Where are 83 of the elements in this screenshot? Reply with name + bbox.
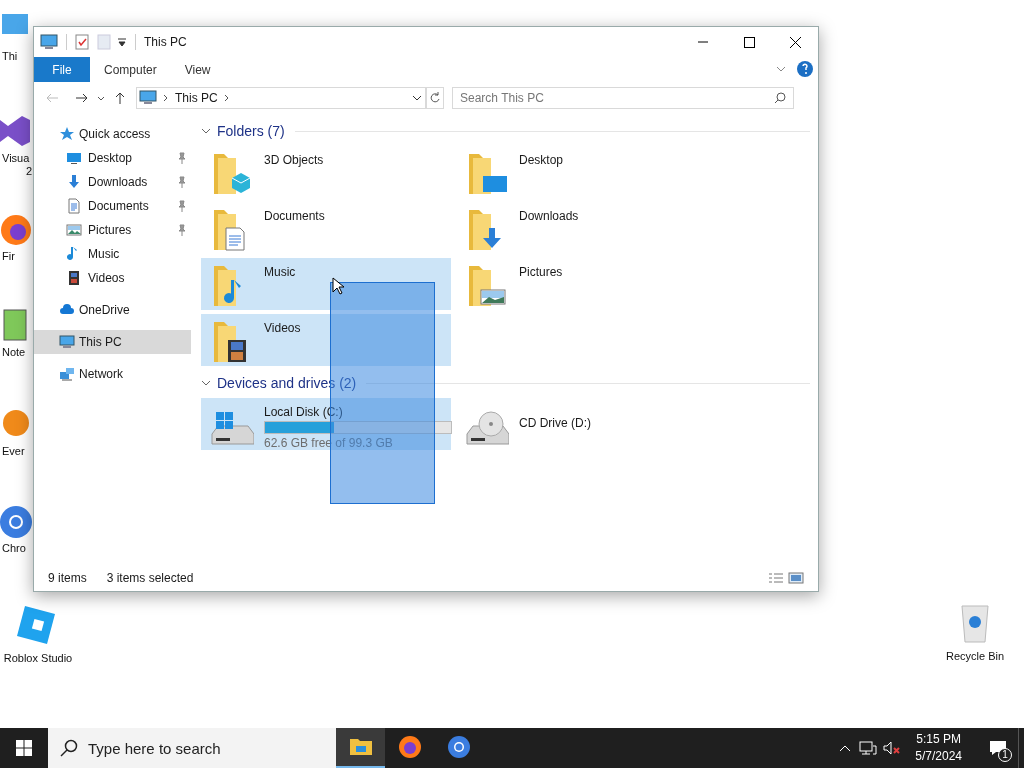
desktop-icon-label: Chro [1, 542, 26, 555]
monitor-icon [66, 150, 82, 166]
status-text: 3 items selected [106, 570, 194, 587]
folder-tile[interactable]: Documents [201, 202, 451, 254]
item-label: 3D Objects [264, 153, 325, 167]
volume-muted-icon[interactable] [883, 740, 902, 756]
folder-tile[interactable]: CD Drive (D:) [456, 398, 706, 450]
breadcrumb-item[interactable]: This PC [175, 89, 218, 107]
chevron-icon [223, 93, 230, 103]
nav-item[interactable]: Music [34, 242, 191, 266]
star-icon [59, 126, 75, 142]
address-bar[interactable]: This PC [136, 87, 426, 109]
computer-icon [139, 90, 157, 106]
document-icon [66, 198, 82, 214]
film-strip-icon [66, 270, 82, 286]
refresh-icon[interactable] [426, 87, 444, 109]
desktop-icon-label: Ever [1, 445, 25, 458]
notification-badge: 1 [998, 748, 1012, 762]
desktop-icon-label: Fir [1, 250, 15, 263]
window-title: This PC [144, 34, 187, 51]
group-header[interactable]: Folders (7) [217, 120, 285, 142]
collapse-chevron-icon[interactable] [201, 126, 211, 136]
down-arrow-icon [66, 174, 82, 190]
item-label: Desktop [519, 153, 565, 167]
folder-tile[interactable]: Downloads [456, 202, 706, 254]
desktop-icon-label: Thi [1, 50, 18, 63]
ribbon-tab[interactable]: View [170, 57, 225, 82]
desktop-icon-label: Roblox Studio [3, 651, 73, 666]
folder-tile[interactable]: 3D Objects [201, 146, 451, 198]
folder-tile[interactable]: Desktop [456, 146, 706, 198]
nav-item[interactable]: Desktop [34, 146, 191, 170]
taskbar-search-field[interactable]: Type here to search [48, 728, 336, 768]
status-text: 9 items [48, 570, 87, 587]
search-icon [60, 739, 78, 757]
dropdown-icon[interactable] [117, 37, 127, 47]
mouse-pointer-icon [332, 277, 344, 295]
large-icons-view-icon[interactable] [788, 572, 804, 584]
item-label: Videos [264, 321, 302, 335]
collapse-chevron-icon[interactable] [201, 378, 211, 388]
windows-logo-icon [16, 740, 32, 756]
network-icon[interactable] [859, 740, 878, 756]
search-field[interactable]: Search This PC [452, 87, 794, 109]
maximize-icon [743, 36, 755, 48]
nav-item[interactable]: Downloads [34, 170, 191, 194]
computer-icon [40, 34, 58, 50]
folder-tile[interactable]: Videos [201, 314, 451, 366]
nav-item[interactable]: Network [34, 362, 191, 386]
chevron-up-icon[interactable] [839, 744, 852, 752]
ribbon-tab[interactable]: File [34, 57, 90, 82]
chrome-icon [445, 734, 472, 760]
properties-icon[interactable] [75, 34, 89, 50]
item-label: Documents [264, 209, 326, 223]
folder-tile[interactable]: Pictures [456, 258, 706, 310]
item-label: Music [264, 265, 297, 279]
ribbon-tab[interactable]: Computer [90, 57, 171, 82]
clock-time: 5:15 PM [916, 731, 961, 748]
nav-item[interactable]: Videos [34, 266, 191, 290]
item-label: Local Disk (C:) [264, 405, 344, 419]
clock-date: 5/7/2024 [915, 748, 962, 765]
desktop-icon-label: Visua [1, 152, 30, 165]
search-icon [774, 92, 786, 104]
cd-drive-icon [465, 408, 509, 448]
item-label: Pictures [519, 265, 564, 279]
nav-item[interactable]: Pictures [34, 218, 191, 242]
network-icon [59, 366, 75, 382]
item-label: Downloads [519, 209, 580, 223]
computer-icon [59, 334, 75, 350]
clock[interactable]: 5:15 PM 5/7/2024 [907, 731, 970, 765]
taskbar-app-button[interactable] [336, 728, 385, 768]
chevron-icon [163, 93, 169, 103]
firefox-icon [396, 734, 423, 760]
nav-item[interactable]: This PC [34, 330, 191, 354]
desktop-icon-label: 2 [25, 165, 33, 178]
desktop-icon-label: Recycle Bin [945, 649, 1005, 664]
notifications-button[interactable]: 1 [978, 728, 1018, 768]
nav-item[interactable]: OneDrive [34, 298, 191, 322]
item-label: CD Drive (D:) [519, 415, 592, 432]
close-icon [789, 36, 801, 48]
picture-icon [66, 222, 82, 238]
folder-tile[interactable]: Music [201, 258, 451, 310]
desktop-icon-label: Note [1, 346, 26, 359]
nav-item[interactable]: Quick access [34, 122, 191, 146]
nav-item[interactable]: Documents [34, 194, 191, 218]
